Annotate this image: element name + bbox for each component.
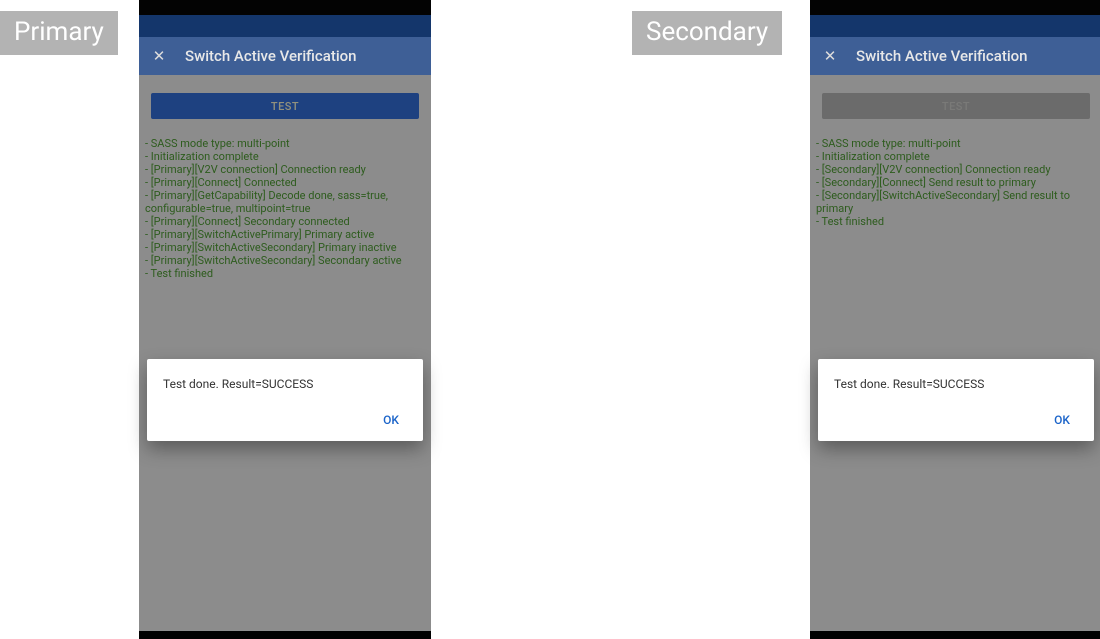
dialog-message: Test done. Result=SUCCESS	[834, 377, 1078, 391]
close-icon[interactable]: ✕	[147, 47, 171, 65]
test-button[interactable]: TEST	[151, 93, 419, 119]
log-line: - Test finished	[816, 215, 1096, 228]
log-line: - [Secondary][V2V connection] Connection…	[816, 163, 1096, 176]
body-area: TEST - SASS mode type: multi-point - Ini…	[810, 75, 1100, 579]
title-bar: ✕ Switch Active Verification	[139, 37, 431, 75]
nav-bar	[810, 631, 1100, 639]
secondary-phone: ✕ Switch Active Verification TEST - SASS…	[810, 0, 1100, 639]
log-line: - SASS mode type: multi-point	[145, 137, 425, 150]
primary-tag-label: Primary	[14, 17, 104, 47]
test-button-label: TEST	[942, 100, 970, 113]
app-topbar	[139, 15, 431, 37]
test-button[interactable]: TEST	[822, 93, 1090, 119]
app-topbar	[810, 15, 1100, 37]
dialog-message: Test done. Result=SUCCESS	[163, 377, 407, 391]
nav-bar	[139, 631, 431, 639]
page-title: Switch Active Verification	[185, 47, 357, 65]
log-line: - Test finished	[145, 267, 425, 280]
dialog-actions: OK	[834, 409, 1078, 435]
log-line: - [Primary][Connect] Secondary connected	[145, 215, 425, 228]
result-dialog: Test done. Result=SUCCESS OK	[147, 359, 423, 441]
log-line: - [Primary][SwitchActiveSecondary] Secon…	[145, 254, 425, 267]
primary-phone: ✕ Switch Active Verification TEST - SASS…	[139, 0, 431, 639]
title-bar: ✕ Switch Active Verification	[810, 37, 1100, 75]
log-line: - [Primary][GetCapability] Decode done, …	[145, 189, 425, 215]
log-line: - [Primary][SwitchActiveSecondary] Prima…	[145, 241, 425, 254]
log-line: - Initialization complete	[816, 150, 1096, 163]
ok-button[interactable]: OK	[1046, 409, 1078, 431]
body-area: TEST - SASS mode type: multi-point - Ini…	[139, 75, 431, 579]
status-bar	[810, 0, 1100, 15]
log-line: - [Primary][SwitchActivePrimary] Primary…	[145, 228, 425, 241]
log-line: - [Secondary][Connect] Send result to pr…	[816, 176, 1096, 189]
status-bar	[139, 0, 431, 15]
ok-button[interactable]: OK	[375, 409, 407, 431]
log-line: - [Primary][Connect] Connected	[145, 176, 425, 189]
log-line: - [Secondary][SwitchActiveSecondary] Sen…	[816, 189, 1096, 215]
primary-tag: Primary	[0, 11, 118, 55]
log-line: - SASS mode type: multi-point	[816, 137, 1096, 150]
log-line: - Initialization complete	[145, 150, 425, 163]
page-title: Switch Active Verification	[856, 47, 1028, 65]
log-line: - [Primary][V2V connection] Connection r…	[145, 163, 425, 176]
test-button-label: TEST	[271, 100, 299, 113]
secondary-tag: Secondary	[632, 11, 782, 55]
close-icon[interactable]: ✕	[818, 47, 842, 65]
log-output: - SASS mode type: multi-point - Initiali…	[810, 137, 1100, 228]
dialog-actions: OK	[163, 409, 407, 435]
secondary-tag-label: Secondary	[646, 17, 768, 47]
result-dialog: Test done. Result=SUCCESS OK	[818, 359, 1094, 441]
log-output: - SASS mode type: multi-point - Initiali…	[139, 137, 431, 280]
